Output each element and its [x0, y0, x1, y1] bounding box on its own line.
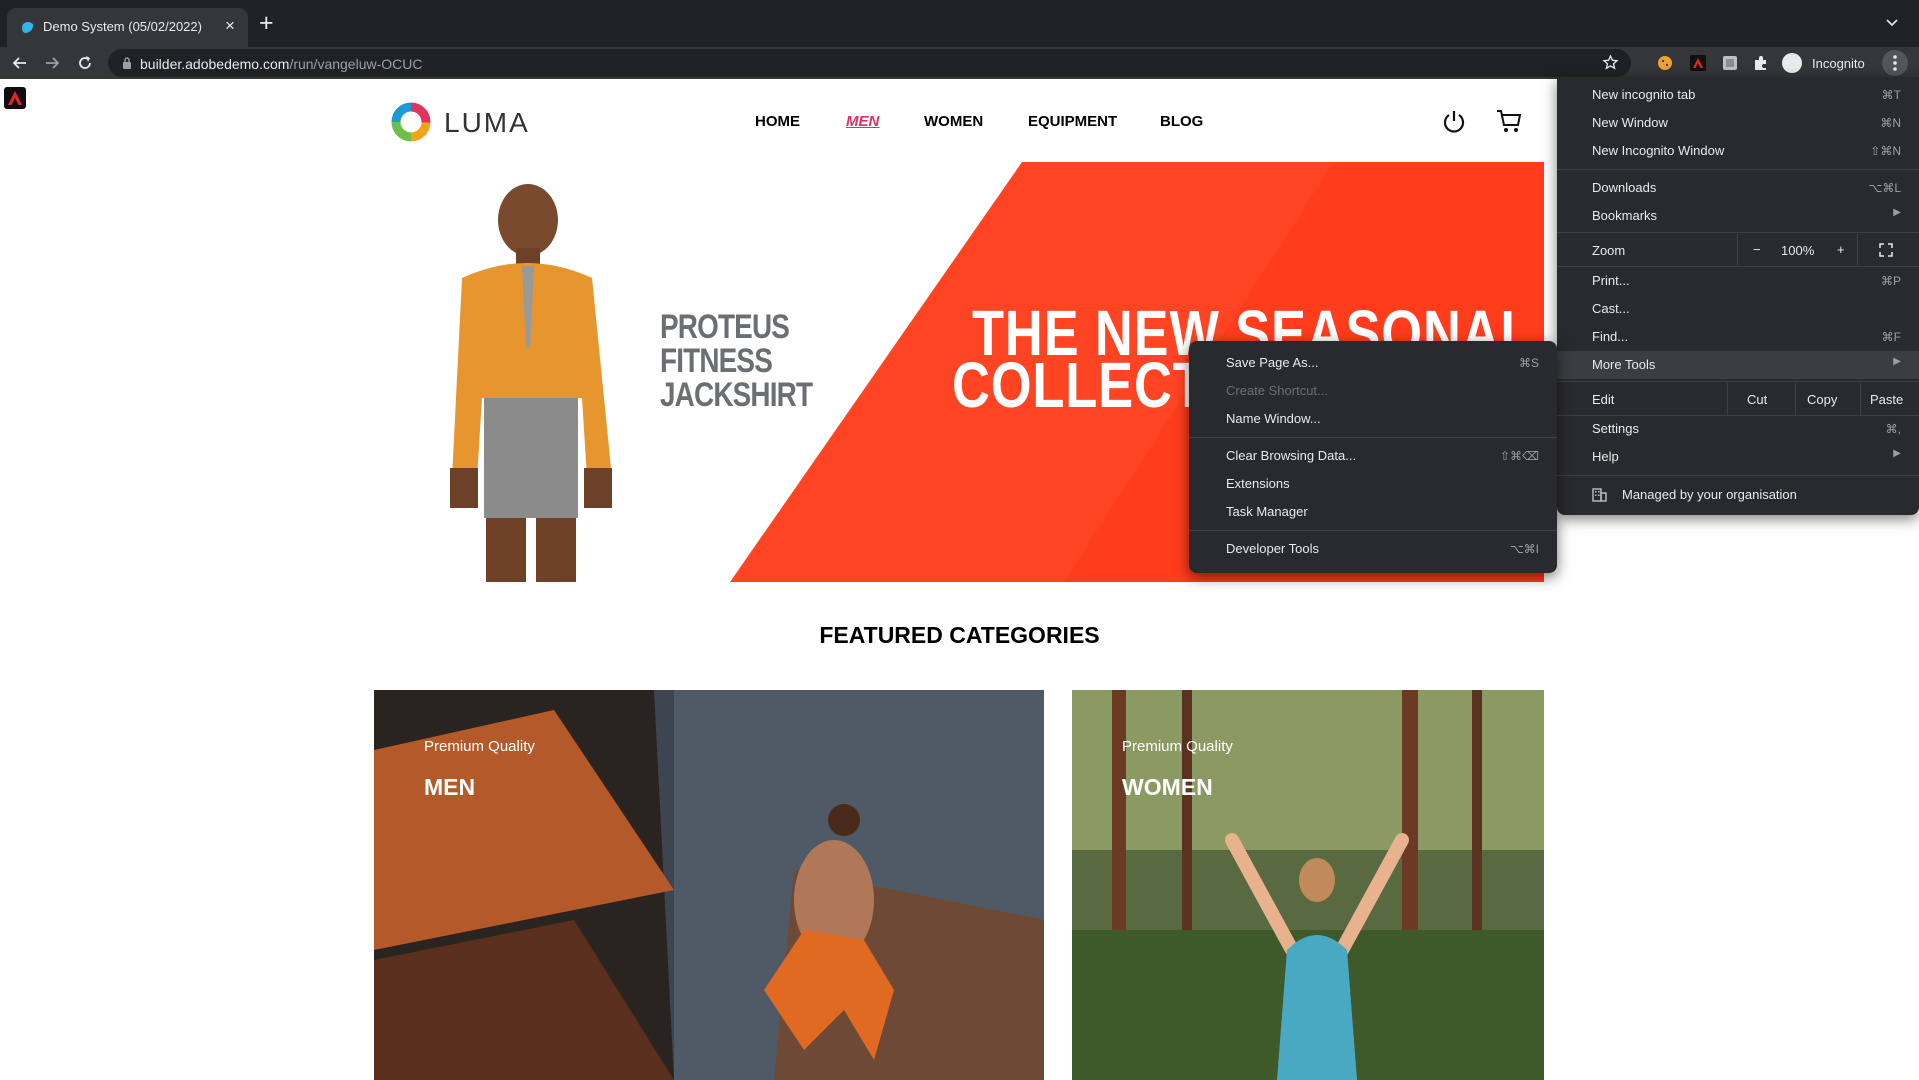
- site-logo-text[interactable]: LUMA: [444, 107, 530, 139]
- edit-divider: [1727, 383, 1728, 415]
- fullscreen-icon[interactable]: [1879, 243, 1893, 257]
- more-tools-submenu: Save Page As... ⌘S Create Shortcut... Na…: [1189, 341, 1557, 573]
- menu-divider: [1557, 381, 1919, 382]
- submenu-divider: [1189, 530, 1557, 531]
- cut-button[interactable]: Cut: [1747, 392, 1767, 407]
- menu-edit-row: Edit Cut Copy Paste: [1557, 383, 1919, 415]
- incognito-label: Incognito: [1812, 56, 1865, 71]
- nav-equipment[interactable]: EQUIPMENT: [1028, 113, 1117, 130]
- submenu-arrow-icon: ▶: [1893, 207, 1901, 218]
- menu-new-incognito-tab[interactable]: New incognito tab ⌘T: [1557, 81, 1919, 109]
- menu-more-tools[interactable]: More Tools ▶: [1557, 351, 1919, 379]
- nav-blog[interactable]: BLOG: [1160, 113, 1203, 130]
- nav-women[interactable]: WOMEN: [924, 113, 983, 130]
- address-bar[interactable]: builder.adobedemo.com/run/vangeluw-OCUC: [108, 49, 1631, 77]
- zoom-divider: [1737, 234, 1738, 266]
- edit-divider: [1860, 383, 1861, 415]
- menu-managed-by-org[interactable]: Managed by your organisation: [1557, 481, 1919, 509]
- menu-divider: [1557, 232, 1919, 233]
- menu-new-window[interactable]: New Window ⌘N: [1557, 109, 1919, 137]
- chrome-main-menu: New incognito tab ⌘T New Window ⌘N New I…: [1557, 77, 1919, 515]
- paste-button[interactable]: Paste: [1870, 392, 1903, 407]
- submenu-clear-browsing-data[interactable]: Clear Browsing Data... ⇧⌘⌫: [1189, 442, 1557, 470]
- new-tab-button[interactable]: +: [259, 9, 274, 38]
- tab-close-button[interactable]: ×: [225, 16, 235, 36]
- category-card-women[interactable]: Premium Quality WOMEN: [1072, 690, 1544, 1080]
- menu-divider: [1557, 169, 1919, 170]
- zoom-in-button[interactable]: +: [1837, 242, 1845, 257]
- menu-help[interactable]: Help ▶: [1557, 443, 1919, 471]
- category-card-men[interactable]: Premium Quality MEN: [374, 690, 1044, 1080]
- copy-button[interactable]: Copy: [1807, 392, 1837, 407]
- building-icon: [1592, 488, 1607, 502]
- category-title: MEN: [424, 774, 476, 800]
- featured-categories-heading: FEATURED CATEGORIES: [819, 622, 1100, 648]
- tab-search-chevron-icon[interactable]: [1884, 14, 1900, 30]
- submenu-extensions[interactable]: Extensions: [1189, 470, 1557, 498]
- browser-tab[interactable]: Demo System (05/02/2022) ×: [7, 8, 248, 47]
- zoom-out-button[interactable]: −: [1753, 242, 1761, 257]
- menu-zoom-row: Zoom − 100% +: [1557, 234, 1919, 266]
- menu-bookmarks[interactable]: Bookmarks ▶: [1557, 202, 1919, 230]
- nav-men[interactable]: MEN: [846, 113, 879, 130]
- submenu-task-manager[interactable]: Task Manager: [1189, 498, 1557, 526]
- power-logout-icon[interactable]: [1441, 108, 1467, 134]
- menu-downloads[interactable]: Downloads ⌥⌘L: [1557, 174, 1919, 202]
- luma-logo-icon[interactable]: [389, 100, 433, 144]
- menu-find[interactable]: Find... ⌘F: [1557, 323, 1919, 351]
- chrome-menu-button[interactable]: [1882, 50, 1908, 76]
- reload-icon[interactable]: [75, 53, 95, 73]
- menu-cast[interactable]: Cast...: [1557, 295, 1919, 323]
- submenu-name-window[interactable]: Name Window...: [1189, 405, 1557, 433]
- bookmark-star-icon[interactable]: [1602, 54, 1619, 71]
- cookie-extension-icon[interactable]: [1657, 55, 1673, 71]
- adobe-extension-icon[interactable]: [1690, 55, 1706, 71]
- tab-strip: Demo System (05/02/2022) × +: [0, 0, 1919, 47]
- back-arrow-icon[interactable]: [10, 53, 30, 73]
- submenu-save-page-as[interactable]: Save Page As... ⌘S: [1189, 349, 1557, 377]
- menu-divider: [1557, 475, 1919, 476]
- menu-settings[interactable]: Settings ⌘,: [1557, 415, 1919, 443]
- submenu-divider: [1189, 437, 1557, 438]
- lock-icon: [123, 57, 131, 69]
- extensions-puzzle-icon[interactable]: [1753, 55, 1769, 71]
- submenu-arrow-icon: ▶: [1893, 448, 1901, 459]
- url-text: builder.adobedemo.com/run/vangeluw-OCUC: [140, 56, 423, 72]
- submenu-create-shortcut: Create Shortcut...: [1226, 383, 1328, 398]
- three-dots-icon: [1893, 55, 1897, 71]
- submenu-arrow-icon: ▶: [1893, 356, 1901, 367]
- category-subtitle: Premium Quality: [1122, 738, 1233, 755]
- tab-title: Demo System (05/02/2022): [43, 19, 202, 34]
- edit-divider: [1795, 383, 1796, 415]
- submenu-developer-tools[interactable]: Developer Tools ⌥⌘I: [1189, 535, 1557, 563]
- incognito-profile-button[interactable]: Incognito: [1778, 50, 1882, 76]
- incognito-icon: [1782, 53, 1802, 73]
- nav-home[interactable]: HOME: [755, 113, 800, 130]
- grey-extension-icon[interactable]: [1722, 55, 1738, 71]
- forward-arrow-icon[interactable]: [42, 53, 62, 73]
- zoom-divider: [1857, 234, 1858, 266]
- zoom-level: 100%: [1781, 243, 1815, 258]
- adobe-badge-icon[interactable]: [4, 87, 26, 109]
- hero-model-image: [450, 184, 612, 582]
- menu-print[interactable]: Print... ⌘P: [1557, 267, 1919, 295]
- menu-new-incognito-window[interactable]: New Incognito Window ⇧⌘N: [1557, 137, 1919, 165]
- browser-toolbar: builder.adobedemo.com/run/vangeluw-OCUC …: [0, 47, 1919, 79]
- shopping-cart-icon[interactable]: [1495, 108, 1523, 134]
- category-subtitle: Premium Quality: [424, 738, 535, 755]
- hero-product-line-3: JACKSHIRT: [660, 376, 813, 414]
- category-title: WOMEN: [1122, 774, 1213, 800]
- site-favicon-icon: [22, 22, 34, 33]
